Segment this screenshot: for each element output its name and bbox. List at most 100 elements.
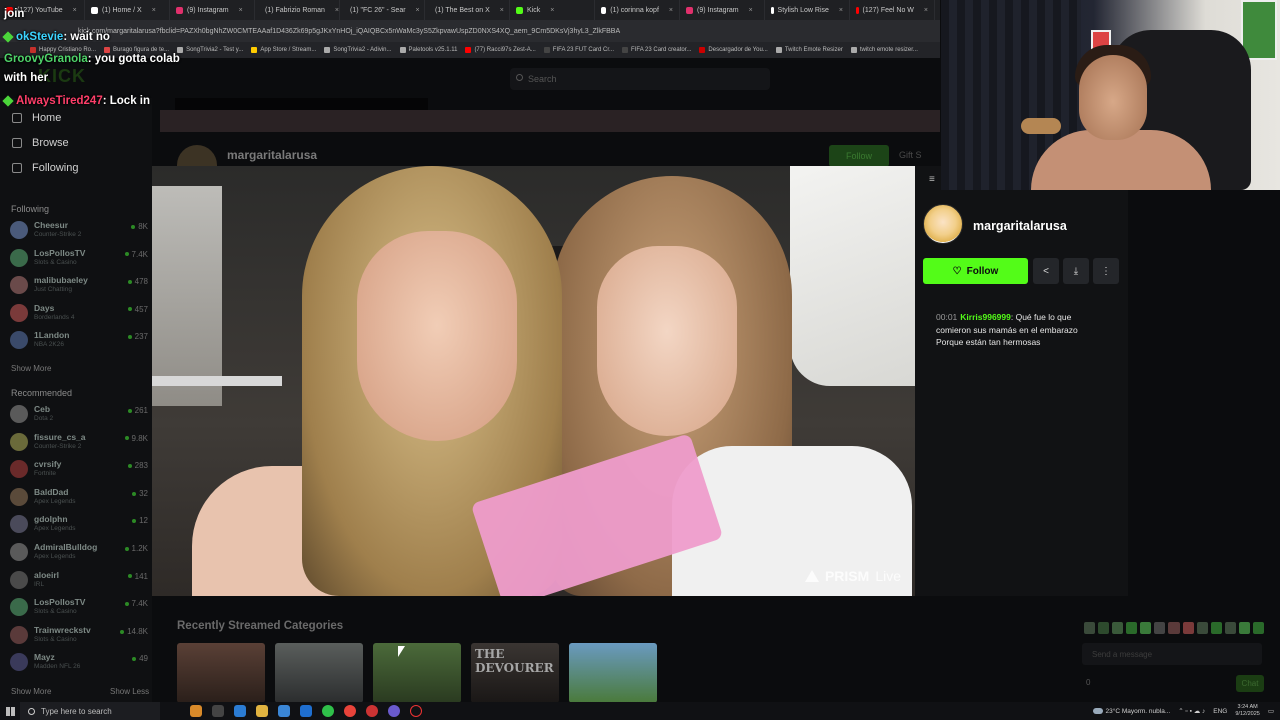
close-icon[interactable]: ×	[550, 7, 554, 14]
bookmark-item[interactable]: twitch emote resizer...	[850, 47, 918, 53]
channel-item[interactable]: LosPollosTV Slots & Casino 7.4K	[10, 595, 150, 619]
emote-icon[interactable]	[1084, 622, 1096, 634]
close-icon[interactable]: ×	[416, 7, 420, 14]
channel-item[interactable]: Mayz Madden NFL 26 49	[10, 650, 150, 674]
more-options-button[interactable]: ⋮	[1093, 258, 1119, 284]
chat-send-button[interactable]: Chat	[1236, 675, 1264, 692]
bookmark-item[interactable]: FIFA 23 FUT Card Cr...	[543, 47, 614, 53]
sidebar-item-home[interactable]: Home	[12, 112, 61, 124]
bookmark-item[interactable]: SongTrivia2 - Adivin...	[324, 47, 392, 53]
task-view-icon[interactable]	[212, 705, 224, 717]
clock[interactable]: 3:24 AM 9/12/2025	[1235, 704, 1259, 718]
follow-button[interactable]: ♡ Follow	[923, 258, 1028, 284]
category-card[interactable]: THE DEVOURER	[471, 643, 559, 703]
chat-username[interactable]: Kirris996999	[960, 312, 1011, 322]
taskbar-search[interactable]: Type here to search	[20, 702, 160, 720]
edge-icon[interactable]	[234, 705, 246, 717]
close-icon[interactable]: ×	[749, 7, 753, 14]
sidebar-item-browse[interactable]: Browse	[12, 137, 69, 149]
emote-icon[interactable]	[1182, 622, 1194, 634]
browser-tab[interactable]: Kick ×	[510, 0, 595, 20]
browser-tab[interactable]: (1) "FC 26" - Sear ×	[340, 0, 425, 20]
browser-tab[interactable]: (9) Instagram ×	[680, 0, 765, 20]
emote-icon[interactable]	[1238, 622, 1250, 634]
store-icon[interactable]	[278, 705, 290, 717]
show-more-link[interactable]: Show More	[11, 364, 51, 373]
channel-item[interactable]: 1Landon NBA 2K26 237	[10, 328, 150, 352]
close-icon[interactable]: ×	[239, 7, 243, 14]
start-button[interactable]	[0, 702, 20, 720]
streamer-name[interactable]: margaritalarusa	[973, 219, 1067, 233]
close-icon[interactable]: ×	[924, 7, 928, 14]
search-input[interactable]: Search	[510, 68, 770, 90]
channel-item[interactable]: cvrsify Fortnite 283	[10, 457, 150, 481]
gift-subs-button[interactable]: Gift S	[899, 150, 922, 160]
weather-widget[interactable]: 23°C Mayorm. nubla...	[1092, 708, 1170, 715]
notification-icon[interactable]: ▭	[1268, 707, 1274, 715]
video-player[interactable]: PRISM Live	[152, 166, 915, 596]
channel-item[interactable]: BaldDad Apex Legends 32	[10, 485, 150, 509]
emote-icon[interactable]	[1196, 622, 1208, 634]
opera-icon[interactable]	[410, 705, 422, 717]
share-button[interactable]: <	[1033, 258, 1059, 284]
channel-item[interactable]: malibubaeley Just Chatting 478	[10, 273, 150, 297]
emote-icon[interactable]	[1140, 622, 1152, 634]
sidebar-item-following[interactable]: Following	[12, 162, 78, 174]
download-button[interactable]: ⤓	[1063, 258, 1089, 284]
language-indicator[interactable]: ENG	[1213, 708, 1227, 715]
channel-item[interactable]: AdmiralBulldog Apex Legends 1.2K	[10, 540, 150, 564]
streamer-avatar[interactable]	[923, 204, 963, 244]
channel-item[interactable]: fissure_cs_a Counter-Strike 2 9.8K	[10, 430, 150, 454]
outlook-icon[interactable]	[300, 705, 312, 717]
chrome-icon[interactable]	[366, 705, 378, 717]
close-icon[interactable]: ×	[839, 7, 843, 14]
channel-item[interactable]: Days Borderlands 4 457	[10, 301, 150, 325]
emote-icon[interactable]	[1126, 622, 1138, 634]
channel-item[interactable]: Ceb Dota 2 261	[10, 402, 150, 426]
taskbar-app-icon[interactable]	[190, 705, 202, 717]
emote-icon[interactable]	[1154, 622, 1166, 634]
emote-icon[interactable]	[1098, 622, 1110, 634]
browser-tab[interactable]: (127) Feel No W ×	[850, 0, 935, 20]
bookmark-item[interactable]: App Store / Stream...	[251, 47, 316, 53]
file-explorer-icon[interactable]	[256, 705, 268, 717]
channel-item[interactable]: Cheesur Counter-Strike 2 8K	[10, 218, 150, 242]
follow-button-background[interactable]: Follow	[829, 145, 889, 167]
bookmark-item[interactable]: Descargador de You...	[699, 47, 768, 53]
channel-item[interactable]: LosPollosTV Slots & Casino 7.4K	[10, 246, 150, 270]
streamer-name[interactable]: margaritalarusa	[227, 148, 317, 162]
category-card[interactable]	[177, 643, 265, 703]
bookmark-item[interactable]: (77) Racci97s Zest-A...	[465, 47, 536, 53]
browser-tab[interactable]: (1) corinna kopf ×	[595, 0, 680, 20]
chrome-profile-icon[interactable]	[388, 705, 400, 717]
browser-tab[interactable]: (1) The Best on X ×	[425, 0, 510, 20]
show-less-link[interactable]: Show Less	[110, 687, 149, 696]
bookmark-item[interactable]: Paletools v25.1.11	[399, 47, 457, 53]
browser-tab[interactable]: (1) Fabrizio Roman ×	[255, 0, 340, 20]
emote-icon[interactable]	[1168, 622, 1180, 634]
close-icon[interactable]: ×	[500, 7, 504, 14]
tray-icons[interactable]: ⌃ ▫ ▪ ☁ ♪	[1178, 707, 1205, 715]
emote-icon[interactable]	[1112, 622, 1124, 634]
close-icon[interactable]: ×	[335, 7, 339, 14]
category-card[interactable]	[275, 643, 363, 703]
show-more-bottom-link[interactable]: Show More	[11, 687, 51, 696]
channel-item[interactable]: gdolphn Apex Legends 12	[10, 512, 150, 536]
emote-icon[interactable]	[1224, 622, 1236, 634]
spotify-icon[interactable]	[322, 705, 334, 717]
avatar[interactable]	[177, 145, 217, 167]
chat-input[interactable]: Send a message	[1082, 643, 1262, 665]
channel-item[interactable]: aloeirl IRL 141	[10, 568, 150, 592]
emote-icon[interactable]	[1252, 622, 1265, 634]
chrome-icon[interactable]	[344, 705, 356, 717]
category-card[interactable]	[373, 643, 461, 703]
bookmark-item[interactable]: Twitch Emote Resizer	[775, 47, 843, 53]
close-icon[interactable]: ×	[669, 7, 673, 14]
bookmark-item[interactable]: FIFA 23 Card creator...	[622, 47, 691, 53]
emote-icon[interactable]	[1210, 622, 1222, 634]
overlay-chat-message: : Lock in	[102, 95, 151, 107]
channel-item[interactable]: Trainwreckstv Slots & Casino 14.8K	[10, 623, 150, 647]
category-card[interactable]	[569, 643, 657, 703]
collapse-icon[interactable]: ≡	[929, 174, 935, 185]
browser-tab[interactable]: Stylish Low Rise ×	[765, 0, 850, 20]
